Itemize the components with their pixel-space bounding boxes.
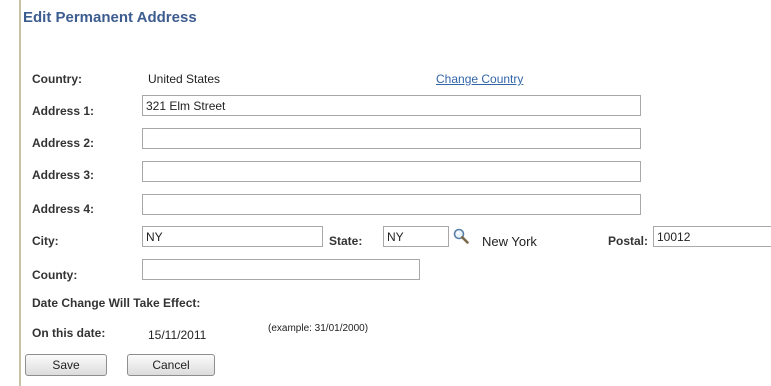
address3-input[interactable] bbox=[142, 161, 641, 182]
state-input[interactable] bbox=[383, 226, 449, 247]
country-label: Country: bbox=[32, 72, 82, 86]
city-input[interactable] bbox=[142, 226, 323, 247]
state-label: State: bbox=[329, 234, 363, 248]
effective-date-value: 15/11/2011 bbox=[148, 328, 207, 342]
county-input[interactable] bbox=[142, 259, 420, 280]
county-label: County: bbox=[32, 268, 78, 282]
postal-input[interactable] bbox=[653, 226, 771, 247]
left-border-rule bbox=[19, 0, 21, 386]
city-label: City: bbox=[32, 234, 59, 248]
address3-label: Address 3: bbox=[32, 168, 95, 182]
date-format-example: (example: 31/01/2000) bbox=[268, 323, 369, 334]
address2-label: Address 2: bbox=[32, 136, 95, 150]
address4-label: Address 4: bbox=[32, 202, 95, 216]
address1-label: Address 1: bbox=[32, 104, 95, 118]
country-value: United States bbox=[148, 72, 221, 86]
save-button[interactable]: Save bbox=[25, 354, 107, 376]
change-country-link[interactable]: Change Country bbox=[436, 72, 523, 86]
postal-label: Postal: bbox=[608, 234, 649, 248]
state-description: New York bbox=[482, 234, 537, 249]
effective-date-heading: Date Change Will Take Effect: bbox=[32, 296, 201, 310]
page-title: Edit Permanent Address bbox=[23, 9, 197, 26]
address1-input[interactable] bbox=[142, 95, 641, 116]
cancel-button[interactable]: Cancel bbox=[127, 354, 215, 376]
effective-date-label: On this date: bbox=[32, 326, 106, 340]
address2-input[interactable] bbox=[142, 128, 641, 149]
magnifier-icon[interactable] bbox=[452, 227, 470, 245]
address4-input[interactable] bbox=[142, 194, 641, 215]
